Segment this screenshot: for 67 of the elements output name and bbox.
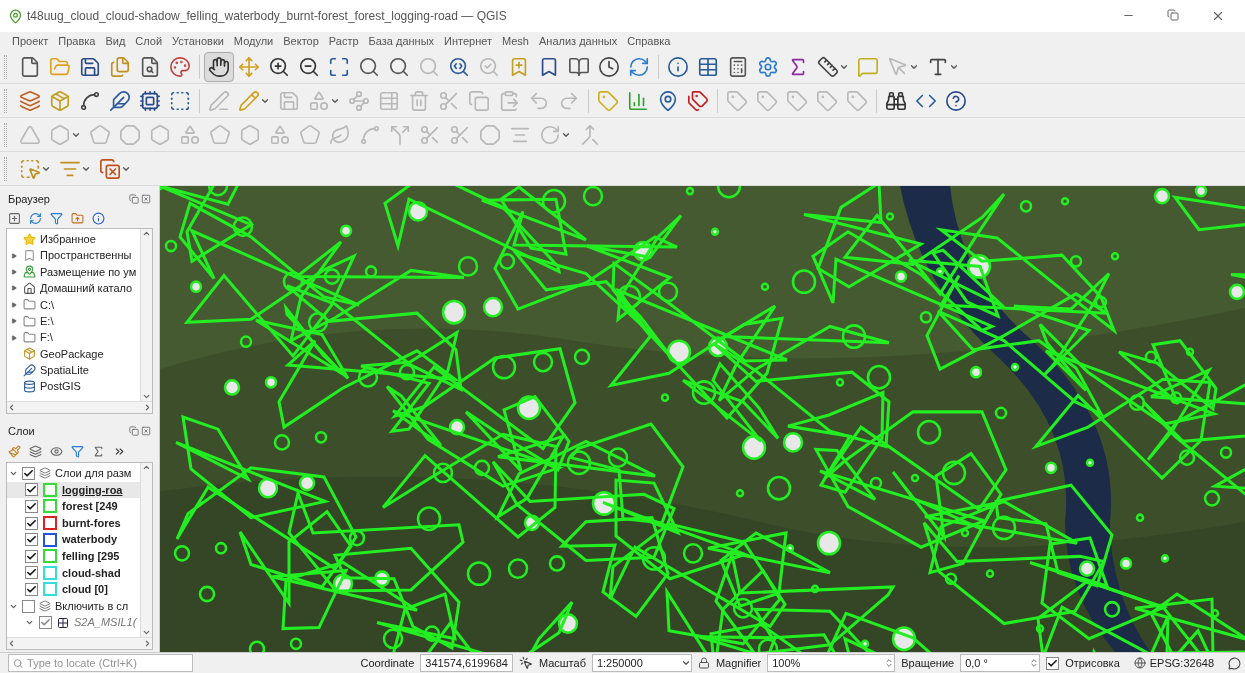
- layer-item[interactable]: S2A_MSIL1(: [7, 614, 140, 631]
- panel-title: Браузер: [8, 191, 50, 207]
- browser-item[interactable]: GeoPackage: [7, 345, 140, 363]
- locate-field[interactable]: Type to locate (Ctrl+K): [8, 654, 193, 672]
- menu-item[interactable]: Модули: [233, 32, 274, 50]
- browser-item[interactable]: PostGIS: [7, 378, 140, 395]
- menu-item[interactable]: Справка: [627, 32, 671, 50]
- menu-item[interactable]: Установки: [172, 32, 224, 50]
- menu-item[interactable]: Растр: [328, 32, 359, 50]
- rotation-spinbox[interactable]: 0,0 °: [960, 654, 1041, 672]
- layer-item[interactable]: forest [249: [7, 498, 140, 515]
- scale-label: Масштаб: [538, 655, 586, 671]
- item-label: C:\: [40, 297, 55, 313]
- browser-item[interactable]: Пространственны: [7, 247, 140, 264]
- browser-item[interactable]: F:\: [7, 329, 140, 346]
- item-label: GeoPackage: [40, 346, 104, 362]
- browser-item[interactable]: SpatiaLite: [7, 362, 140, 379]
- crs-button[interactable]: EPSG:32648: [1133, 654, 1214, 672]
- layer-label: waterbody: [62, 532, 117, 548]
- layer-label: cloud-shad: [62, 565, 121, 581]
- layer-item[interactable]: burnt-fores: [7, 514, 140, 532]
- item-label: F:\: [40, 330, 53, 346]
- layer-group[interactable]: Включить в сл: [7, 597, 140, 615]
- menu-item[interactable]: Проект: [12, 32, 49, 50]
- layer-group-label: Слои для разм: [55, 466, 132, 482]
- menu-item[interactable]: Анализ данных: [539, 32, 618, 50]
- layer-item[interactable]: logging-roa: [7, 481, 140, 499]
- item-label: Размещение по ум: [40, 264, 137, 280]
- panel-title: Слои: [8, 423, 35, 439]
- menu-item[interactable]: Слой: [135, 32, 163, 50]
- magnifier-label: Magnifier: [715, 655, 762, 671]
- layer-item[interactable]: felling [295: [7, 547, 140, 565]
- layer-group-label: Включить в сл: [55, 598, 129, 614]
- item-label: Пространственны: [40, 248, 132, 264]
- scale-dropdown[interactable]: 1:250000: [591, 654, 692, 672]
- item-label: PostGIS: [40, 379, 81, 395]
- menu-item[interactable]: База данных: [368, 32, 435, 50]
- menu-item[interactable]: Интернет: [444, 32, 493, 50]
- item-label: SpatiaLite: [40, 363, 89, 379]
- layer-label: cloud [0]: [62, 582, 108, 598]
- browser-item[interactable]: E:\: [7, 312, 140, 330]
- layer-label: burnt-fores: [62, 515, 121, 531]
- window-title: t48uug_cloud_cloud-shadow_felling_waterbody_burnt-forest_forest_logging-road — QGIS: [27, 8, 507, 25]
- layer-item[interactable]: waterbody: [7, 531, 140, 548]
- coordinate-field[interactable]: 341574,6199684: [420, 654, 513, 672]
- browser-item[interactable]: C:\: [7, 296, 140, 313]
- menu-item[interactable]: Mesh: [502, 32, 529, 50]
- item-label: Избранное: [40, 231, 96, 247]
- item-label: Домашний катало: [40, 281, 133, 297]
- menu-item[interactable]: Вектор: [283, 32, 319, 50]
- menu-item[interactable]: Вид: [105, 32, 126, 50]
- layer-label: logging-roa: [62, 482, 123, 498]
- layer-label: S2A_MSIL1(: [74, 615, 137, 631]
- layer-item[interactable]: cloud [0]: [7, 581, 140, 598]
- browser-item[interactable]: Домашний катало: [7, 280, 140, 297]
- layer-group[interactable]: Слои для разм: [7, 465, 140, 482]
- coordinate-label: Coordinate: [360, 655, 415, 671]
- layer-label: felling [295: [62, 549, 120, 564]
- layer-label: forest [249: [62, 499, 118, 515]
- render-label: Отрисовка: [1065, 655, 1120, 671]
- menu-item[interactable]: Правка: [58, 32, 96, 50]
- layer-item[interactable]: cloud-shad: [7, 564, 140, 582]
- item-label: E:\: [40, 313, 54, 329]
- rotation-label: Вращение: [901, 655, 955, 671]
- magnifier-spinbox[interactable]: 100%: [767, 654, 896, 672]
- browser-item[interactable]: Избранное: [7, 231, 140, 248]
- browser-item[interactable]: Размещение по ум: [7, 263, 140, 281]
